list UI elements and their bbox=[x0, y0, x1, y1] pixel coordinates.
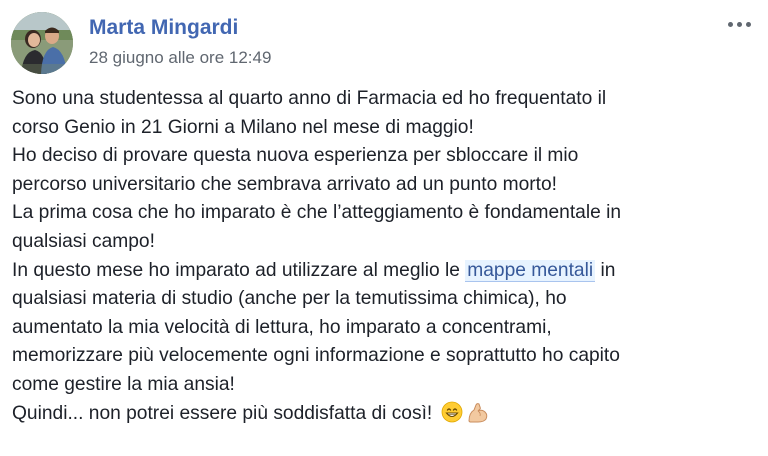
post-text-line: aumentato la mia velocità di lettura, ho… bbox=[12, 316, 552, 338]
post-text-segment: Quindi... non potrei essere più soddisfa… bbox=[12, 402, 433, 424]
post-text-line: memorizzare più velocemente ogni informa… bbox=[12, 345, 620, 367]
mappe-mentali-link[interactable]: mappe mentali bbox=[465, 259, 596, 282]
author-name[interactable]: Marta Mingardi bbox=[89, 16, 238, 40]
post-text-line: percorso universitario che sembrava arri… bbox=[12, 173, 557, 195]
post-text-line: qualsiasi campo! bbox=[12, 230, 155, 252]
avatar-photo bbox=[11, 12, 73, 74]
post-text-line: qualsiasi materia di studio (anche per l… bbox=[12, 288, 567, 310]
avatar[interactable] bbox=[11, 12, 73, 74]
more-horizontal-icon bbox=[745, 21, 751, 27]
post-body: Sono una studentessa al quarto anno di F… bbox=[12, 85, 762, 432]
post-text-segment: In questo mese ho imparato ad utilizzare… bbox=[12, 259, 466, 281]
post-text-line: La prima cosa che ho imparato è che l’at… bbox=[12, 202, 622, 224]
post-timestamp[interactable]: 28 giugno alle ore 12:49 bbox=[89, 48, 271, 68]
post-text-line: Ho deciso di provare questa nuova esperi… bbox=[12, 145, 579, 167]
more-options-button[interactable] bbox=[722, 12, 756, 36]
facebook-post: Marta Mingardi 28 giugno alle ore 12:49 … bbox=[0, 0, 768, 456]
post-text-line: come gestire la mia ansia! bbox=[12, 373, 235, 395]
post-text-line: corso Genio in 21 Giorni a Milano nel me… bbox=[12, 116, 474, 138]
post-text-line: In questo mese ho imparato ad utilizzare… bbox=[12, 257, 762, 286]
grinning-face-emoji bbox=[441, 401, 463, 433]
more-horizontal-icon bbox=[736, 21, 742, 27]
more-horizontal-icon bbox=[727, 21, 733, 27]
post-text-segment: in bbox=[595, 259, 616, 281]
post-text-line: Sono una studentessa al quarto anno di F… bbox=[12, 88, 607, 109]
flexed-biceps-emoji bbox=[466, 401, 490, 433]
post-text-line: Quindi... non potrei essere più soddisfa… bbox=[12, 400, 762, 433]
